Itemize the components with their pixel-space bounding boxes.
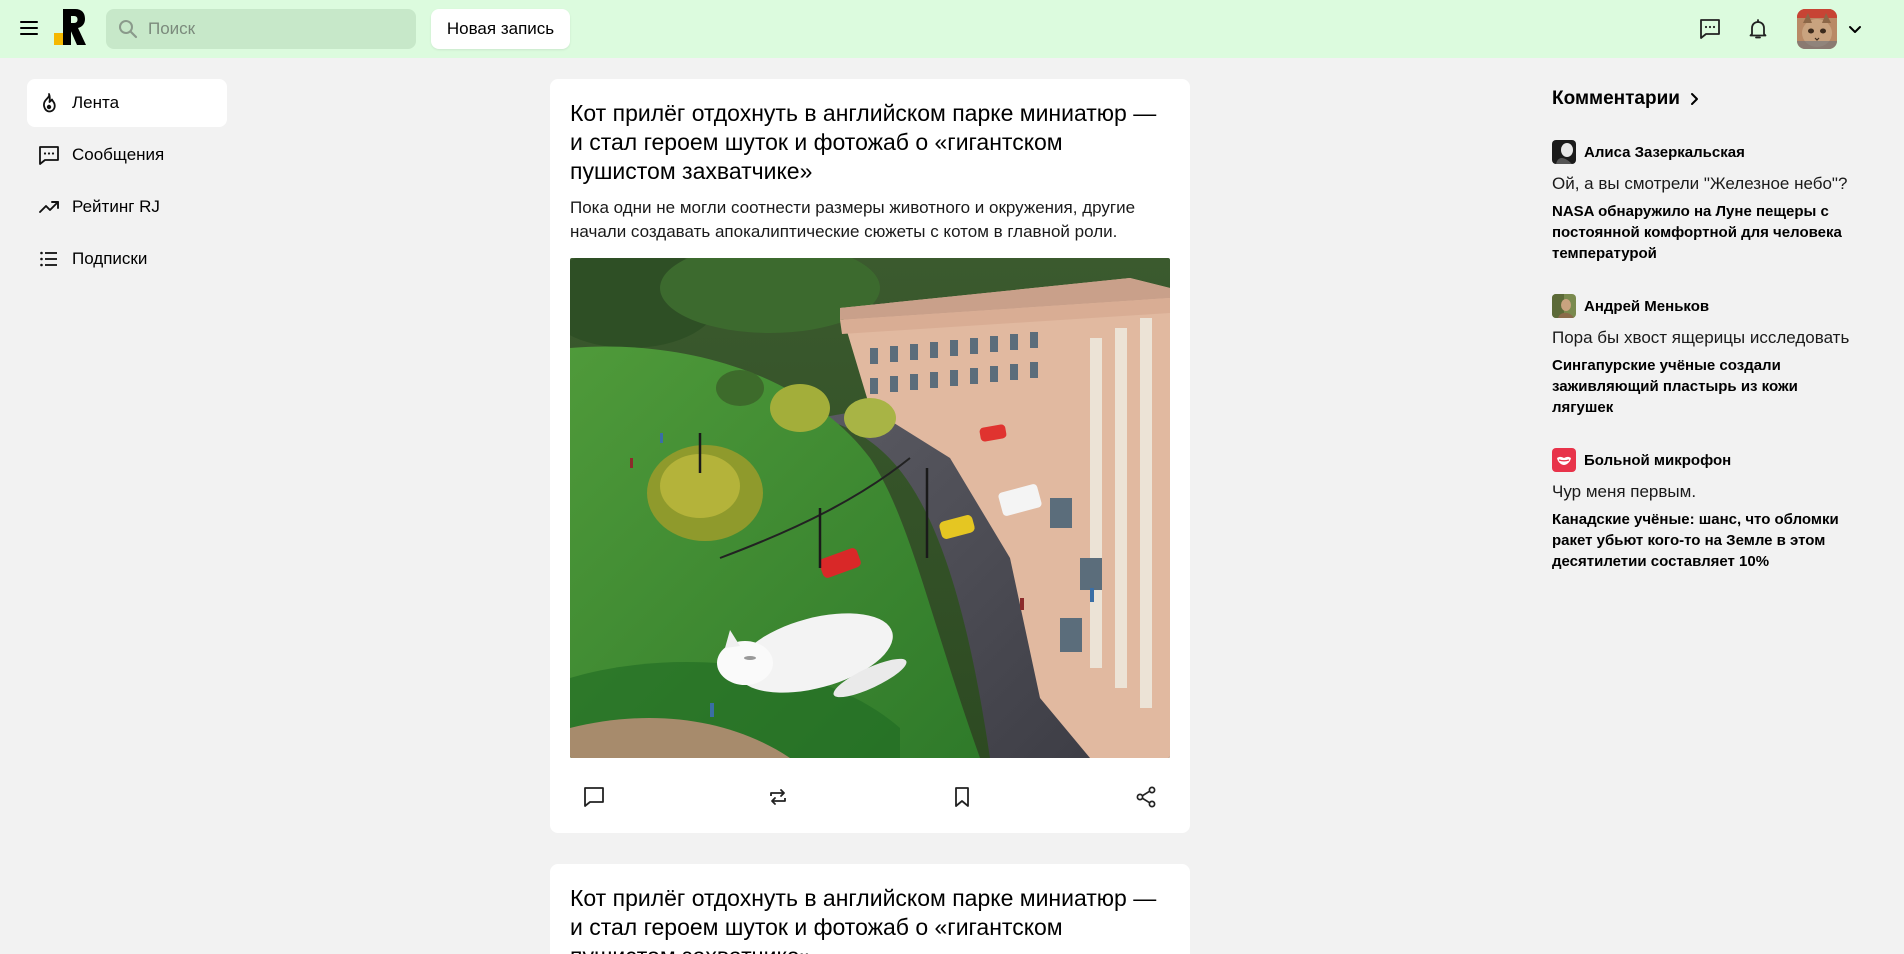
- sidebar-item-label: Лента: [72, 93, 120, 112]
- trending-icon: [39, 201, 59, 213]
- sidebar-item-rating[interactable]: Рейтинг RJ: [27, 183, 227, 231]
- search-box[interactable]: [106, 9, 416, 49]
- post-title[interactable]: Кот прилёг отдохнуть в английском парке …: [570, 99, 1170, 186]
- sidebar-nav: Лента Сообщения Рейтинг RJ Подписки: [27, 79, 227, 287]
- user-avatar[interactable]: [1797, 9, 1837, 49]
- cat-avatar-icon: [1797, 9, 1837, 49]
- post-lead: Пока одни не могли соотнести размеры жив…: [570, 198, 1136, 241]
- post-actions: [570, 761, 1170, 833]
- new-post-button[interactable]: Новая запись: [431, 9, 570, 49]
- comment-item: Больной микрофон Чур меня первым. Канадс…: [1552, 448, 1862, 572]
- comment-text[interactable]: Чур меня первым.: [1552, 481, 1862, 503]
- comments-panel: Комментарии Алиса Зазеркальская Ой, а вы…: [1552, 88, 1862, 572]
- sidebar-item-label: Подписки: [72, 249, 148, 268]
- fire-icon: [43, 93, 56, 113]
- comment-text[interactable]: Ой, а вы смотрели "Железное небо"?: [1552, 173, 1862, 195]
- chat-icon: [39, 146, 59, 165]
- comment-item: Алиса Зазеркальская Ой, а вы смотрели "Ж…: [1552, 140, 1862, 264]
- comment-article-link[interactable]: Сингапурские учёные создали заживляющий …: [1552, 355, 1862, 418]
- comments-title: Комментарии: [1552, 88, 1680, 109]
- post-card[interactable]: Кот прилёг отдохнуть в английском парке …: [550, 864, 1190, 954]
- author-avatar: [1552, 140, 1576, 164]
- rj-logo[interactable]: [54, 9, 87, 45]
- hamburger-menu-icon[interactable]: [20, 17, 42, 39]
- author-avatar: [1552, 448, 1576, 472]
- comment-item: Андрей Меньков Пора бы хвост ящерицы исс…: [1552, 294, 1862, 418]
- search-icon: [119, 20, 138, 39]
- comment-author[interactable]: Андрей Меньков: [1552, 294, 1862, 318]
- comment-text[interactable]: Пора бы хвост ящерицы исследовать: [1552, 327, 1862, 349]
- comment-icon[interactable]: [582, 785, 606, 809]
- share-icon[interactable]: [1134, 785, 1158, 809]
- post-image[interactable]: [570, 258, 1170, 758]
- sidebar-item-subscriptions[interactable]: Подписки: [27, 235, 227, 283]
- post-card[interactable]: Кот прилёг отдохнуть в английском парке …: [550, 79, 1190, 833]
- post-title[interactable]: Кот прилёг отдохнуть в английском парке …: [570, 884, 1170, 954]
- sidebar-item-label: Сообщения: [72, 145, 165, 164]
- repost-icon[interactable]: [766, 785, 790, 809]
- comment-article-link[interactable]: NASA обнаружило на Луне пещеры с постоян…: [1552, 201, 1862, 264]
- top-bar: Новая запись: [0, 0, 1904, 58]
- sidebar-item-messages[interactable]: Сообщения: [27, 131, 227, 179]
- comment-article-link[interactable]: Канадские учёные: шанс, что обломки раке…: [1552, 509, 1862, 572]
- chevron-down-icon[interactable]: [1847, 21, 1863, 37]
- bookmark-icon[interactable]: [950, 785, 974, 809]
- comment-author[interactable]: Алиса Зазеркальская: [1552, 140, 1862, 164]
- messages-icon[interactable]: [1698, 17, 1722, 41]
- chevron-right-icon: [1690, 93, 1698, 105]
- author-avatar: [1552, 294, 1576, 318]
- bell-icon[interactable]: [1746, 17, 1770, 41]
- comment-author-name: Алиса Зазеркальская: [1584, 143, 1745, 161]
- list-icon: [40, 251, 57, 267]
- sidebar-item-feed[interactable]: Лента: [27, 79, 227, 127]
- comment-author-name: Андрей Меньков: [1584, 297, 1710, 315]
- sidebar-item-label: Рейтинг RJ: [72, 197, 160, 216]
- comment-author[interactable]: Больной микрофон: [1552, 448, 1862, 472]
- comments-header[interactable]: Комментарии: [1552, 88, 1862, 110]
- search-input[interactable]: [148, 19, 398, 39]
- comment-author-name: Больной микрофон: [1584, 451, 1732, 469]
